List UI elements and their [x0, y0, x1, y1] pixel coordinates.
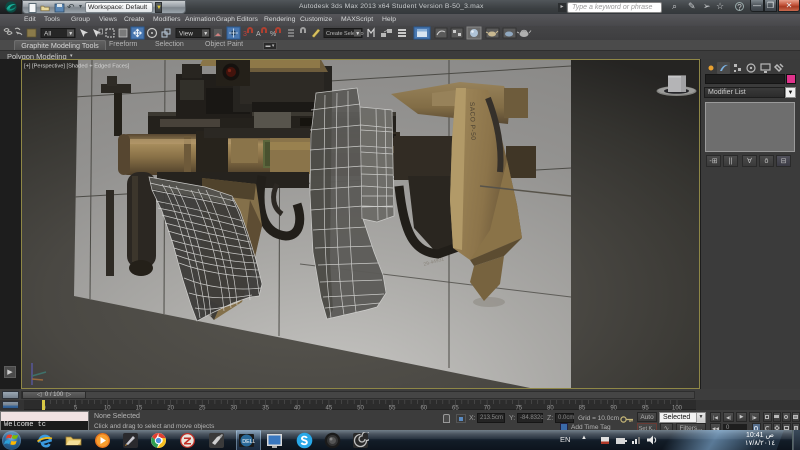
- svg-text:[+] [Perspective] [Shaded + Ed: [+] [Perspective] [Shaded + Edged Faces]: [24, 64, 130, 70]
- svg-text:▼: ▼: [355, 31, 360, 37]
- svg-text:3: 3: [243, 31, 247, 38]
- svg-text:▼: ▼: [68, 31, 73, 37]
- svg-text:A: A: [256, 31, 261, 38]
- svg-text:SACO P-50: SACO P-50: [468, 102, 476, 141]
- svg-text:All: All: [44, 31, 52, 38]
- svg-text:▼: ▼: [203, 31, 208, 37]
- svg-text:View: View: [179, 31, 193, 38]
- svg-text:DELL: DELL: [242, 439, 255, 445]
